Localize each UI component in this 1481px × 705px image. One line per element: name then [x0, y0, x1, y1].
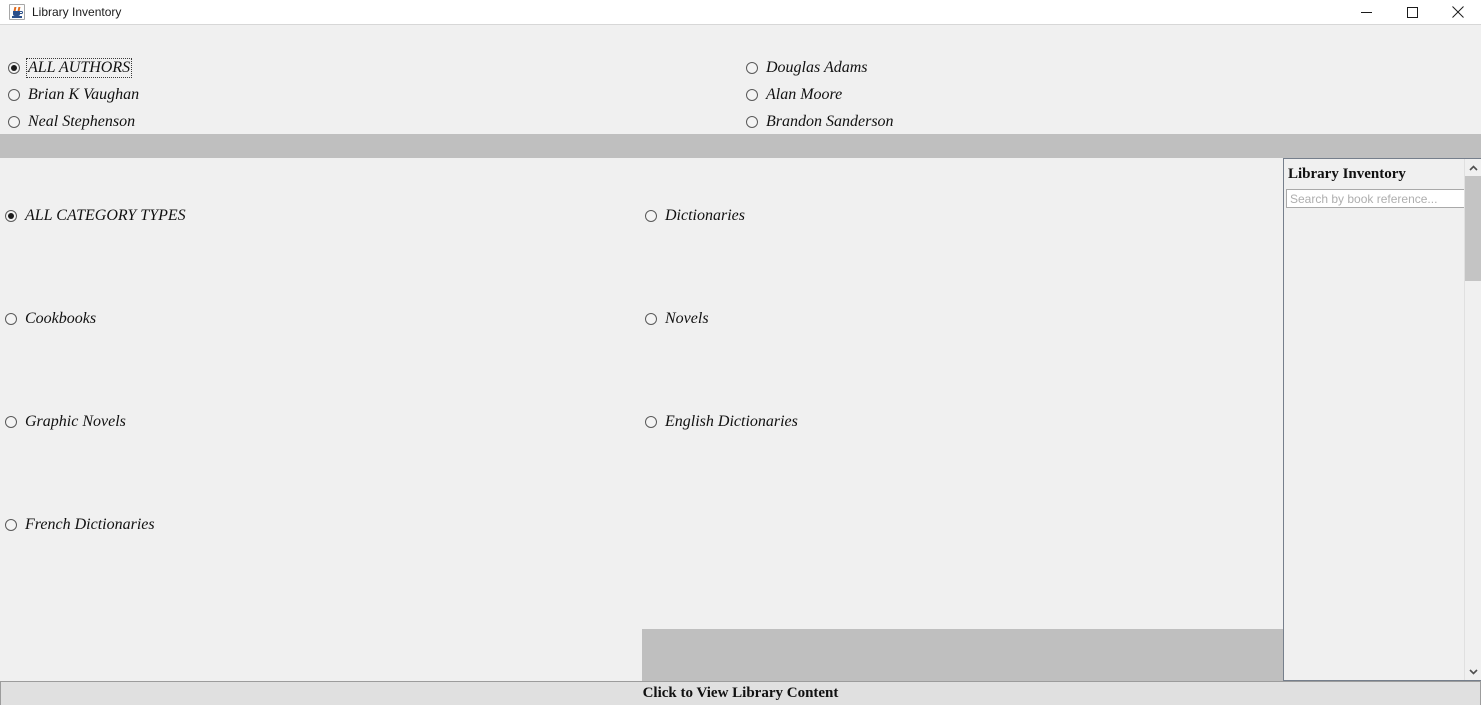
author-radio-label: Alan Moore [766, 86, 843, 103]
close-icon[interactable] [1435, 0, 1481, 24]
scrollbar-thumb[interactable] [1465, 176, 1481, 281]
search-input[interactable] [1286, 189, 1466, 208]
category-radio-label: Cookbooks [25, 310, 97, 327]
category-radio-option[interactable]: ALL CATEGORY TYPES [5, 206, 187, 226]
maximize-icon[interactable] [1389, 0, 1435, 24]
side-panel-scrollbar[interactable] [1464, 159, 1481, 680]
category-radio-option[interactable]: Novels [645, 309, 710, 329]
category-filter-panel: ALL CATEGORY TYPES Cookbooks Graphic Novel… [0, 158, 1283, 681]
window-titlebar: Library Inventory [0, 0, 1481, 25]
empty-area-right [642, 629, 1283, 681]
category-radio-option[interactable]: Graphic Novels [5, 412, 127, 432]
view-library-content-label: Click to View Library Content [642, 685, 839, 701]
library-inventory-window: Library Inventory ALL AUTHORS Brian K Vau… [0, 0, 1481, 705]
author-radio-label: Brian K Vaughan [28, 86, 140, 103]
radio-button-icon[interactable] [746, 62, 758, 74]
side-panel-title: Library Inventory [1288, 166, 1406, 182]
category-radio-label: Graphic Novels [25, 413, 126, 430]
radio-button-icon[interactable] [8, 62, 20, 74]
author-radio-label: Brandon Sanderson [766, 113, 894, 130]
window-controls [1343, 0, 1481, 24]
radio-button-icon[interactable] [5, 519, 17, 531]
author-radio-label: Neal Stephenson [28, 113, 136, 130]
author-radio-option[interactable]: Neal Stephenson [8, 112, 136, 132]
author-radio-label: Douglas Adams [766, 59, 868, 76]
author-radio-option[interactable]: Douglas Adams [746, 58, 869, 78]
author-radio-option[interactable]: Alan Moore [746, 85, 843, 105]
author-radio-label: ALL AUTHORS [25, 58, 133, 78]
radio-button-icon[interactable] [8, 89, 20, 101]
category-radio-label: Dictionaries [665, 207, 745, 224]
radio-button-icon[interactable] [746, 116, 758, 128]
radio-button-icon[interactable] [746, 89, 758, 101]
category-radio-option[interactable]: French Dictionaries [5, 515, 156, 535]
radio-button-icon[interactable] [8, 116, 20, 128]
radio-button-icon[interactable] [645, 313, 657, 325]
window-title: Library Inventory [32, 5, 122, 19]
author-radio-option[interactable]: ALL AUTHORS [8, 58, 133, 78]
category-radio-option[interactable]: English Dictionaries [645, 412, 799, 432]
radio-button-icon[interactable] [645, 210, 657, 222]
category-radio-option[interactable]: Dictionaries [645, 206, 746, 226]
java-coffee-cup-icon [9, 4, 25, 20]
author-radio-option[interactable]: Brandon Sanderson [746, 112, 895, 132]
category-radio-label: Novels [665, 310, 709, 327]
authors-filter-panel: ALL AUTHORS Brian K Vaughan Neal Stephenso… [0, 25, 1481, 157]
radio-button-icon[interactable] [5, 313, 17, 325]
panel-separator-strip [0, 134, 1481, 158]
chevron-down-icon[interactable] [1465, 663, 1481, 680]
category-radio-option[interactable]: Cookbooks [5, 309, 97, 329]
minimize-icon[interactable] [1343, 0, 1389, 24]
view-library-content-button[interactable]: Click to View Library Content [0, 681, 1481, 705]
library-inventory-side-panel: Library Inventory [1283, 158, 1481, 681]
radio-button-icon[interactable] [5, 416, 17, 428]
radio-button-icon[interactable] [645, 416, 657, 428]
radio-button-icon[interactable] [5, 210, 17, 222]
category-radio-label: English Dictionaries [665, 413, 798, 430]
titlebar-left-group: Library Inventory [9, 0, 121, 24]
author-radio-option[interactable]: Brian K Vaughan [8, 85, 140, 105]
category-radio-label: French Dictionaries [25, 516, 155, 533]
category-radio-label: ALL CATEGORY TYPES [25, 207, 186, 224]
chevron-up-icon[interactable] [1465, 159, 1481, 176]
